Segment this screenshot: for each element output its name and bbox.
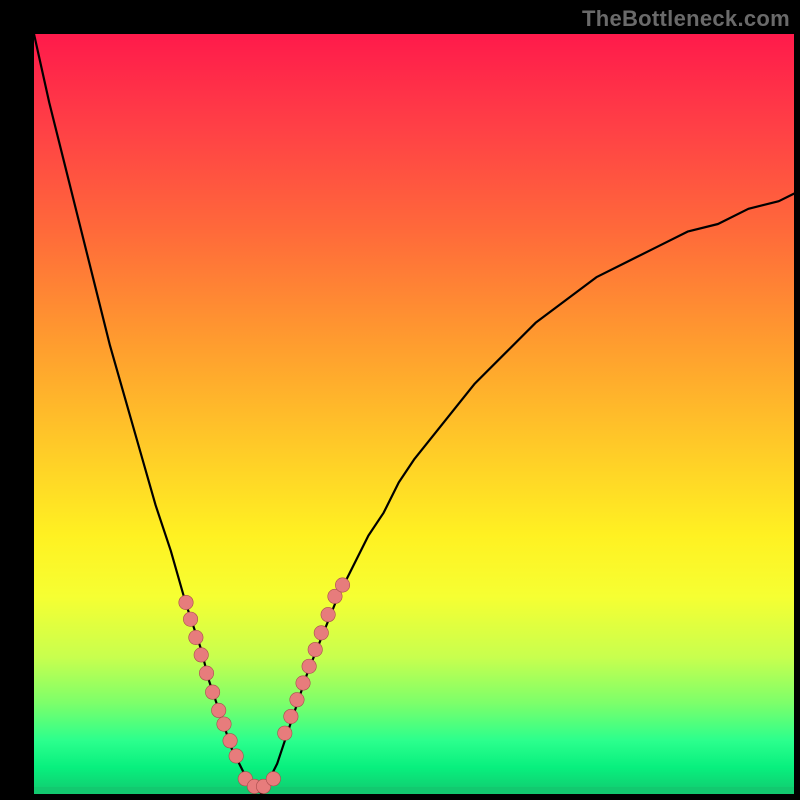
data-dot bbox=[211, 703, 225, 717]
curve-path bbox=[34, 34, 794, 794]
chart-svg bbox=[34, 34, 794, 794]
plot-area bbox=[34, 34, 794, 794]
data-dot bbox=[321, 607, 335, 621]
data-dot bbox=[199, 666, 213, 680]
data-dot bbox=[296, 676, 310, 690]
bottleneck-curve bbox=[34, 34, 794, 794]
data-dot bbox=[290, 693, 304, 707]
watermark-text: TheBottleneck.com bbox=[582, 6, 790, 32]
data-dot bbox=[205, 685, 219, 699]
data-dot bbox=[183, 612, 197, 626]
data-dot bbox=[189, 630, 203, 644]
data-dot bbox=[308, 642, 322, 656]
data-dot bbox=[266, 772, 280, 786]
data-dot bbox=[229, 749, 243, 763]
data-dot bbox=[223, 734, 237, 748]
data-dot bbox=[179, 595, 193, 609]
green-band bbox=[34, 787, 794, 794]
data-dot bbox=[278, 726, 292, 740]
data-dot bbox=[284, 709, 298, 723]
data-dot bbox=[335, 578, 349, 592]
bottom-green-strip bbox=[34, 787, 794, 794]
data-dot bbox=[314, 626, 328, 640]
data-dot bbox=[194, 648, 208, 662]
data-dot bbox=[302, 659, 316, 673]
data-dot bbox=[217, 717, 231, 731]
chart-stage: TheBottleneck.com bbox=[0, 0, 800, 800]
data-dots bbox=[179, 578, 350, 794]
